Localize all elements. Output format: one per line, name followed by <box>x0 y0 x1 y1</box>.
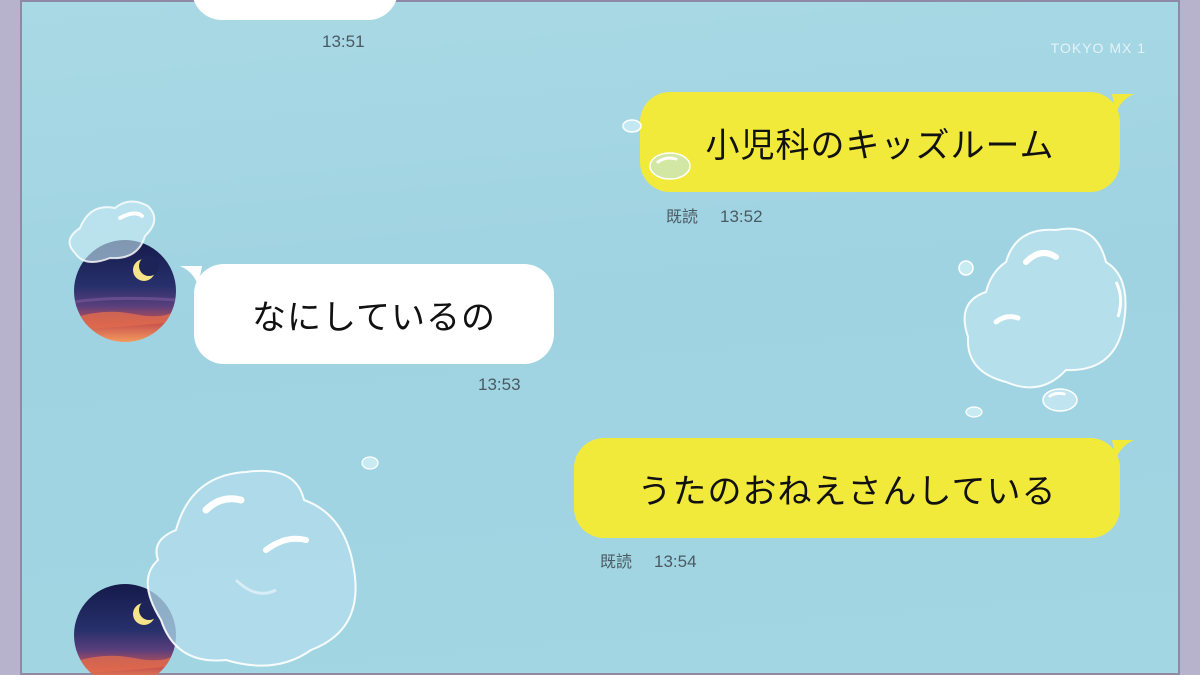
chat-screen: 13:51 TOKYO MX 1 小児科のキッズルーム 既読 13:52 なにして… <box>20 0 1180 675</box>
read-receipt: 既読 <box>666 207 699 226</box>
outgoing-bubble-tail-2 <box>1112 440 1134 460</box>
outgoing-message-time: 13:52 <box>720 207 763 226</box>
outgoing-message-text-1: 小児科のキッズルーム <box>705 125 1055 166</box>
incoming-message-bubble-1[interactable] <box>192 0 398 20</box>
outgoing-message-time: 13:54 <box>654 552 697 571</box>
incoming-message-time-1: 13:51 <box>322 32 365 51</box>
water-drop-icon <box>622 119 642 133</box>
water-drop-icon <box>146 469 357 667</box>
incoming-message-text-2: なにしているの <box>252 297 496 338</box>
outgoing-message-meta-1: 既読 13:52 <box>666 203 763 227</box>
water-drop-icon <box>649 152 691 180</box>
incoming-message-time-2: 13:53 <box>478 375 521 394</box>
water-drop-icon <box>958 227 1127 389</box>
channel-watermark: TOKYO MX 1 <box>1050 40 1146 56</box>
outgoing-message-bubble-2[interactable]: うたのおねえさんしている <box>574 438 1120 538</box>
incoming-bubble-tail-2 <box>180 266 202 286</box>
outgoing-message-text-2: うたのおねえさんしている <box>637 471 1057 512</box>
outgoing-message-meta-2: 既読 13:54 <box>600 548 697 572</box>
water-drop-icon <box>965 406 983 418</box>
read-receipt: 既読 <box>600 552 633 571</box>
water-drop-icon <box>68 200 156 263</box>
incoming-message-bubble-2[interactable]: なにしているの <box>194 264 554 364</box>
outgoing-message-bubble-1[interactable]: 小児科のキッズルーム <box>640 92 1120 192</box>
water-drop-icon <box>1042 388 1078 412</box>
outgoing-bubble-tail-1 <box>1112 94 1134 114</box>
